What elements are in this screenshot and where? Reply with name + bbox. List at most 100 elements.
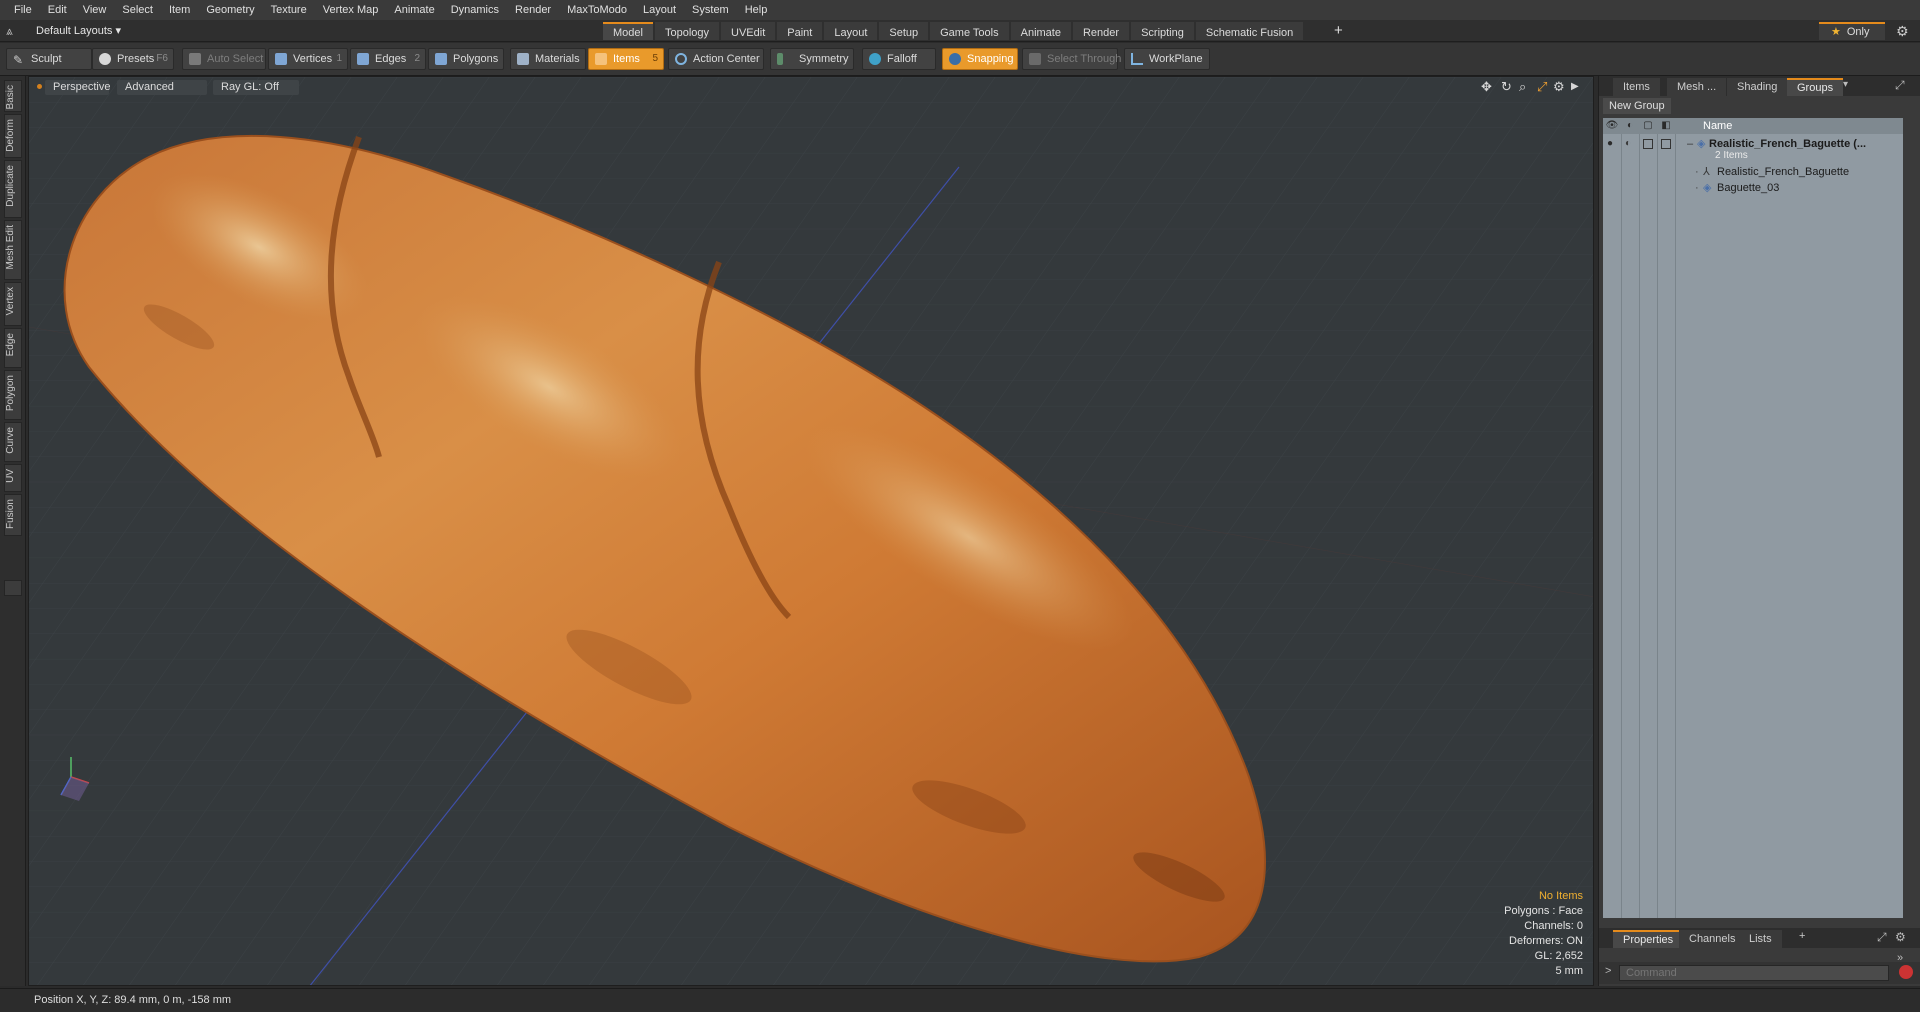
tab-game-tools[interactable]: Game Tools xyxy=(930,22,1009,40)
tabs-dropdown-icon[interactable]: ▾ xyxy=(1843,79,1848,90)
action-center-label: Action Center xyxy=(693,53,760,65)
menu-dynamics[interactable]: Dynamics xyxy=(443,0,507,20)
record-icon[interactable] xyxy=(1899,965,1913,979)
tab-topology[interactable]: Topology xyxy=(654,22,720,40)
gear-icon[interactable]: ⚙ xyxy=(1896,22,1909,40)
menu-layout[interactable]: Layout xyxy=(635,0,684,20)
group-child-row[interactable]: · ⅄ Realistic_French_Baguette xyxy=(1603,164,1903,180)
menu-item[interactable]: Item xyxy=(161,0,198,20)
add-panel-tab-icon[interactable]: + xyxy=(1799,930,1805,942)
tab-animate[interactable]: Animate xyxy=(1010,22,1071,40)
tab-items[interactable]: Items xyxy=(1613,78,1660,96)
tab-model[interactable]: Model xyxy=(603,22,653,40)
menu-maxtomodo[interactable]: MaxToModo xyxy=(559,0,635,20)
tab-paint[interactable]: Paint xyxy=(777,22,823,40)
auto-select-button[interactable]: Auto Select xyxy=(182,48,266,70)
select-column-icon[interactable]: ◧ xyxy=(1659,120,1673,132)
side-tab-deform[interactable]: Deform xyxy=(4,114,22,158)
fit-view-icon[interactable]: ⤢ xyxy=(1537,80,1547,94)
menu-geometry[interactable]: Geometry xyxy=(198,0,262,20)
new-group-button[interactable]: New Group xyxy=(1603,98,1671,114)
layout-toggle-icon[interactable]: ⩓ xyxy=(6,24,22,38)
polygons-button[interactable]: Polygons xyxy=(428,48,504,70)
panel-expand-icon[interactable]: ⤢ xyxy=(1895,78,1905,93)
edges-count: 2 xyxy=(414,53,420,64)
falloff-button[interactable]: Falloff xyxy=(862,48,936,70)
viewport-expand-icon[interactable]: ▶ xyxy=(1571,80,1579,94)
brush-icon: ✎ xyxy=(13,53,24,67)
side-tab-basic[interactable]: Basic xyxy=(4,80,22,112)
items-button[interactable]: Items 5 xyxy=(588,48,664,70)
materials-button[interactable]: Materials xyxy=(510,48,586,70)
viewport-settings-icon[interactable]: ⚙ xyxy=(1553,80,1565,94)
side-tab-uv[interactable]: UV xyxy=(4,464,22,492)
only-button[interactable]: ★ Only xyxy=(1819,22,1885,40)
tab-scripting[interactable]: Scripting xyxy=(1131,22,1194,40)
tab-channels[interactable]: Channels xyxy=(1679,930,1746,948)
menu-system[interactable]: System xyxy=(684,0,737,20)
move-view-icon[interactable]: ✥ xyxy=(1481,80,1492,94)
name-column-header[interactable]: Name xyxy=(1703,119,1732,133)
tab-mesh[interactable]: Mesh ... xyxy=(1667,78,1727,96)
action-center-button[interactable]: Action Center xyxy=(668,48,764,70)
menu-edit[interactable]: Edit xyxy=(40,0,75,20)
command-prompt-icon: > xyxy=(1605,965,1612,977)
lock-column-icon[interactable]: ▢ xyxy=(1641,120,1655,132)
items-icon xyxy=(595,53,607,65)
group-child-row[interactable]: · ◈ Baguette_03 xyxy=(1603,180,1903,196)
tab-layout[interactable]: Layout xyxy=(824,22,878,40)
tab-groups[interactable]: Groups xyxy=(1787,78,1844,96)
view-type-dropdown[interactable]: Perspective xyxy=(45,80,110,95)
vertices-button[interactable]: Vertices 1 xyxy=(268,48,348,70)
side-tab-polygon[interactable]: Polygon xyxy=(4,370,22,420)
tab-setup[interactable]: Setup xyxy=(879,22,929,40)
rotate-view-icon[interactable]: ↻ xyxy=(1501,80,1512,94)
raygl-dropdown[interactable]: Ray GL: Off xyxy=(213,80,299,95)
side-tab-curve[interactable]: Curve xyxy=(4,422,22,462)
command-bar: > xyxy=(1599,962,1920,984)
tab-shading[interactable]: Shading xyxy=(1727,78,1788,96)
tab-render[interactable]: Render xyxy=(1072,22,1130,40)
render-column-icon[interactable]: ◐ xyxy=(1623,120,1637,132)
symmetry-button[interactable]: Symmetry xyxy=(770,48,854,70)
panel-expand-icon[interactable]: ⤢ xyxy=(1877,930,1887,945)
tab-lists[interactable]: Lists xyxy=(1739,930,1782,948)
workplane-button[interactable]: WorkPlane xyxy=(1124,48,1210,70)
star-icon: ★ xyxy=(1831,26,1841,38)
sculpt-button[interactable]: ✎ Sculpt xyxy=(6,48,92,70)
side-tab-duplicate[interactable]: Duplicate xyxy=(4,160,22,218)
side-tab-fusion[interactable]: Fusion xyxy=(4,494,22,536)
menu-render[interactable]: Render xyxy=(507,0,559,20)
side-tab-toggle[interactable] xyxy=(4,580,22,596)
visibility-column-icon[interactable]: 👁 xyxy=(1605,120,1619,132)
side-tab-mesh-edit-label: Mesh Edit xyxy=(5,225,16,270)
presets-button[interactable]: Presets F6 xyxy=(92,48,174,70)
side-tab-mesh-edit[interactable]: Mesh Edit xyxy=(4,220,22,280)
shading-dropdown[interactable]: Advanced xyxy=(117,80,207,95)
select-through-button[interactable]: Select Through xyxy=(1022,48,1121,70)
menu-file[interactable]: File xyxy=(6,0,40,20)
side-tab-edge[interactable]: Edge xyxy=(4,328,22,368)
side-tab-vertex[interactable]: Vertex xyxy=(4,282,22,326)
menu-animate[interactable]: Animate xyxy=(386,0,442,20)
snapping-button[interactable]: Snapping xyxy=(942,48,1018,70)
menu-vertex-map[interactable]: Vertex Map xyxy=(315,0,387,20)
viewport-menu-dot-icon[interactable] xyxy=(37,84,42,89)
menu-select[interactable]: Select xyxy=(114,0,161,20)
menu-texture[interactable]: Texture xyxy=(263,0,315,20)
tab-properties[interactable]: Properties xyxy=(1613,930,1684,948)
command-input[interactable] xyxy=(1619,965,1889,981)
panel-settings-icon[interactable]: ⚙ xyxy=(1895,930,1906,944)
tab-uvedit[interactable]: UVEdit xyxy=(721,22,776,40)
menu-help[interactable]: Help xyxy=(737,0,776,20)
3d-viewport[interactable]: Perspective Advanced Ray GL: Off ✥ ↻ ⌕ ⤢… xyxy=(28,76,1594,986)
zoom-view-icon[interactable]: ⌕ xyxy=(1519,80,1526,94)
scene-canvas[interactable] xyxy=(29,77,1594,986)
side-tab-curve-label: Curve xyxy=(5,427,16,454)
menu-view[interactable]: View xyxy=(75,0,115,20)
tab-schematic-fusion[interactable]: Schematic Fusion xyxy=(1195,22,1304,40)
edges-button[interactable]: Edges 2 xyxy=(350,48,426,70)
layouts-dropdown[interactable]: Default Layouts ▾ xyxy=(36,23,121,39)
add-tab-button[interactable]: + xyxy=(1334,22,1343,40)
tool-tabs-sidebar: Basic Deform Duplicate Mesh Edit Vertex … xyxy=(0,76,26,986)
